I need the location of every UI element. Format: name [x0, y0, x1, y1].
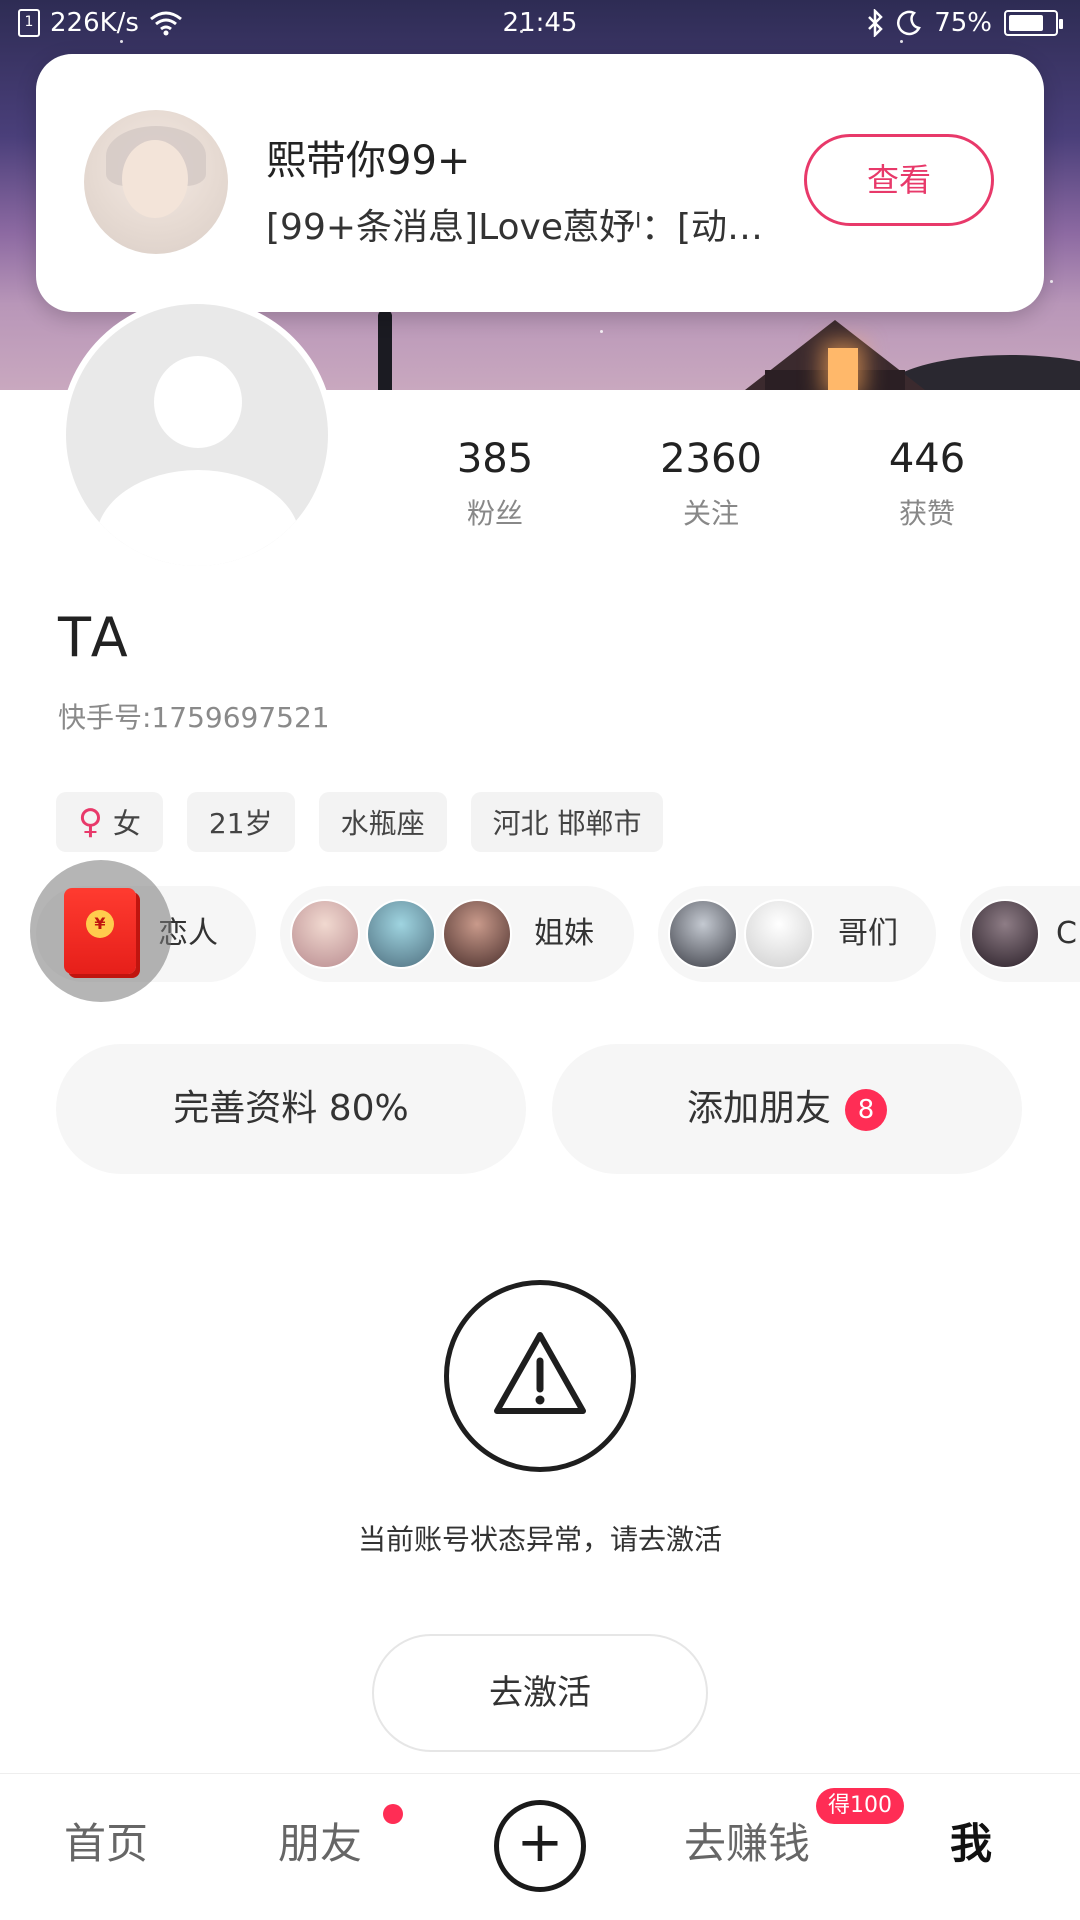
- tag-gender[interactable]: ♀ 女: [56, 792, 163, 852]
- bluetooth-icon: [868, 9, 883, 37]
- notification-avatar: [84, 110, 228, 254]
- female-icon: ♀: [78, 802, 103, 842]
- stat-following[interactable]: 2360 关注: [631, 436, 791, 532]
- complete-profile-label: 完善资料 80%: [173, 1088, 409, 1129]
- view-button[interactable]: 查看: [804, 134, 994, 226]
- tag-zodiac[interactable]: 水瓶座: [318, 792, 447, 852]
- stat-value: 446: [888, 436, 966, 482]
- relation-chip-bros[interactable]: 哥们: [658, 886, 936, 982]
- stat-label: 粉丝: [466, 497, 523, 530]
- nav-me[interactable]: 我: [950, 1810, 992, 1871]
- relation-chips: 恋人 姐妹 哥们 C: [36, 886, 1080, 986]
- friend-avatar: [366, 899, 436, 969]
- account-warning-message: 当前账号状态异常，请去激活: [357, 1523, 722, 1556]
- complete-profile-button[interactable]: 完善资料 80%: [56, 1044, 526, 1174]
- status-bar: 1 226K/s 21:45 75%: [0, 0, 1080, 50]
- profile-name: TA: [58, 606, 132, 669]
- add-friend-button[interactable]: 添加朋友 8: [552, 1044, 1022, 1174]
- house-window: [828, 348, 858, 390]
- add-friend-count-badge: 8: [845, 1089, 887, 1131]
- create-plus-button[interactable]: +: [494, 1800, 586, 1892]
- friend-avatar: [290, 899, 360, 969]
- battery-icon: [1004, 10, 1063, 36]
- relation-label: 哥们: [838, 916, 898, 951]
- profile-tags: ♀ 女 21岁 水瓶座 河北 邯郸市: [56, 792, 664, 852]
- stat-fans[interactable]: 385 粉丝: [415, 436, 575, 532]
- avatar-placeholder-body: [96, 470, 300, 566]
- status-right: 75%: [866, 8, 1063, 38]
- star: [1050, 280, 1053, 283]
- stat-value: 385: [456, 436, 534, 482]
- moon-icon: [897, 10, 922, 36]
- stat-likes[interactable]: 446 获赞: [847, 436, 1007, 532]
- warning-icon: [444, 1280, 636, 1472]
- avatar[interactable]: [60, 298, 334, 572]
- red-packet-button[interactable]: ¥: [30, 860, 172, 1002]
- red-packet-icon: ¥: [64, 888, 136, 974]
- warning-triangle-icon: [494, 1332, 586, 1414]
- activate-button[interactable]: 去激活: [372, 1634, 708, 1752]
- add-friend-label: 添加朋友: [686, 1088, 831, 1129]
- bottom-nav: 首页 朋友 + 去赚钱 得100 我: [0, 1773, 1080, 1920]
- nav-friends[interactable]: 朋友: [278, 1810, 362, 1871]
- profile-user-id[interactable]: 快手号:1759697521: [58, 696, 330, 736]
- relation-label: 姐妹: [534, 916, 594, 951]
- friend-avatar: [970, 899, 1040, 969]
- nav-earn[interactable]: 去赚钱: [684, 1810, 810, 1871]
- relation-chip-sisters[interactable]: 姐妹: [280, 886, 634, 982]
- tag-location-label: 河北 邯郸市: [492, 807, 642, 840]
- friend-avatar: [668, 899, 738, 969]
- notification-title: 熙带你99+: [266, 138, 471, 184]
- tag-zodiac-label: 水瓶座: [340, 807, 425, 840]
- tag-age[interactable]: 21岁: [186, 792, 295, 852]
- star: [600, 330, 603, 333]
- battery-percent: 75%: [934, 8, 992, 38]
- stat-label: 关注: [682, 497, 739, 530]
- nav-home[interactable]: 首页: [64, 1810, 148, 1871]
- tag-location[interactable]: 河北 邯郸市: [470, 792, 664, 852]
- person-silhouette: [378, 310, 392, 390]
- yuan-seal: ¥: [86, 910, 114, 938]
- relation-label: C: [1056, 916, 1077, 951]
- profile-screen: 1 226K/s 21:45 75% 熙带你99+ [99+条消息]Love蒽妤…: [0, 0, 1080, 1920]
- stat-label: 获赞: [898, 497, 955, 530]
- stat-value: 2360: [660, 436, 762, 482]
- friend-avatar: [744, 899, 814, 969]
- earn-reward-badge: 得100: [816, 1788, 904, 1824]
- relation-chip-couple[interactable]: C: [960, 886, 1080, 982]
- friend-avatar: [442, 899, 512, 969]
- tag-gender-label: 女: [112, 807, 141, 840]
- message-notification[interactable]: 熙带你99+ [99+条消息]Love蒽妤ˡ：[动… 查看: [36, 54, 1044, 312]
- avatar-placeholder-head: [154, 356, 242, 448]
- friends-unread-dot: [383, 1804, 403, 1824]
- notification-message: [99+条消息]Love蒽妤ˡ：[动…: [266, 207, 763, 248]
- tag-age-label: 21岁: [208, 807, 273, 840]
